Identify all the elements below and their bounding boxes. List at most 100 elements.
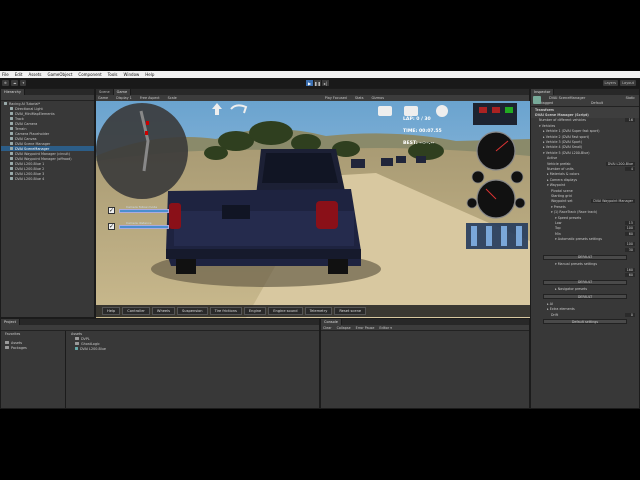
camera-follow-slider[interactable]: Camera follow mode	[119, 205, 169, 213]
scale-slider[interactable]: Scale	[168, 96, 177, 100]
project-contents: Assets DVPL GhostLogic DVAI L200-Blue	[67, 331, 319, 409]
camera-follow-toggle[interactable]: ✓ Camera follow mode	[108, 205, 169, 214]
inspector-field[interactable]: Vehicle prefab DVAI L200-Blue	[531, 161, 639, 166]
checkbox[interactable]: ✓	[108, 223, 115, 230]
inspector-field[interactable]: Drift 0	[531, 312, 639, 317]
field-value[interactable]: 30	[625, 247, 635, 252]
asset-item[interactable]: DVAI L200-Blue	[67, 346, 319, 351]
layer-dropdown[interactable]: Default	[591, 101, 603, 105]
layers-dropdown[interactable]: Layers	[602, 80, 619, 86]
engine-button[interactable]: Engine	[243, 307, 267, 315]
static-toggle[interactable]: Static	[626, 96, 635, 100]
default-button[interactable]: DEFAULT	[543, 294, 627, 300]
object-name[interactable]: DVAI SceneManager	[549, 96, 585, 100]
menu-help[interactable]: Help	[145, 72, 154, 77]
inspector-field[interactable]: ▸ AI	[531, 301, 639, 306]
telemetry-button[interactable]: Telemetry	[304, 307, 333, 315]
menu-assets[interactable]: Assets	[28, 72, 41, 77]
inspector-field[interactable]: ▸ Materials & colors	[531, 172, 639, 177]
field-value[interactable]: 15	[625, 220, 635, 225]
favorites-row[interactable]: Favorites	[1, 331, 65, 336]
inspector-field[interactable]: ▸ Vehicle 3 (DVAI Sport)	[531, 139, 639, 144]
tab-console[interactable]: Console	[321, 319, 342, 325]
field-value[interactable]: 60	[625, 231, 635, 236]
default-button[interactable]: DEFAULT	[543, 254, 627, 260]
tab-project[interactable]: Project	[1, 319, 20, 325]
field-value[interactable]: 0	[625, 312, 635, 317]
inspector-field[interactable]: 30	[531, 247, 639, 252]
field-value[interactable]: 16	[625, 118, 635, 123]
inspector-field[interactable]: 60	[531, 272, 639, 278]
menu-edit[interactable]: Edit	[15, 72, 23, 77]
inspector-field[interactable]: ▾ Waypoint	[531, 182, 639, 187]
tire-frictions-button[interactable]: Tire frictions	[209, 307, 242, 315]
suspension-button[interactable]: Suspension	[177, 307, 208, 315]
inspector-field[interactable]: ▸ Navigator presets	[531, 287, 639, 292]
pause-button[interactable]: ❚❚	[314, 80, 321, 86]
folder-packages[interactable]: Packages	[1, 345, 65, 350]
field-value[interactable]: 100	[624, 226, 635, 231]
camera-distance-toggle[interactable]: ✓ Camera distance	[108, 221, 169, 230]
reset-scene-button[interactable]: Reset scene	[334, 307, 367, 315]
best-time: BEST: --:--.--	[403, 141, 435, 146]
inspector-field[interactable]: ▸ Vehicle 1 (DVAI Super fast sport)	[531, 129, 639, 134]
aspect-dropdown[interactable]: Free Aspect	[140, 96, 160, 100]
component-header[interactable]: DVAI Scene Manager (Script)	[531, 112, 639, 118]
menu-gameobject[interactable]: GameObject	[47, 72, 72, 77]
component-header[interactable]: Transform	[531, 107, 639, 113]
breadcrumb-assets[interactable]: Assets	[71, 332, 82, 336]
menu-window[interactable]: Window	[124, 72, 140, 77]
account-button[interactable]: ⊕	[2, 80, 9, 86]
stats-button[interactable]: Stats	[355, 96, 364, 100]
menu-file[interactable]: File	[2, 72, 9, 77]
step-button[interactable]: ▸|	[322, 80, 329, 86]
project-panel: Project Favorites Assets Packages Assets…	[0, 318, 320, 409]
inspector-field[interactable]: Number of different vehicles 16	[531, 118, 639, 123]
editor-dropdown[interactable]: Editor ▾	[379, 326, 391, 330]
cloud-icon[interactable]: ☁	[10, 80, 19, 86]
collab-dropdown[interactable]: ▾	[20, 80, 27, 86]
inspector-field[interactable]: ▾ Vehicle 5 (DVAI L200-Blue)	[531, 150, 639, 155]
camera-distance-slider[interactable]: Camera distance	[119, 221, 169, 229]
wheels-button[interactable]: Wheels	[151, 307, 176, 315]
inspector-field[interactable]: Number of units 4	[531, 166, 639, 171]
field-value[interactable]: 4	[625, 166, 635, 171]
tab-hierarchy[interactable]: Hierarchy	[1, 89, 25, 95]
layout-dropdown[interactable]: Layout	[620, 80, 636, 86]
tab-game[interactable]: Game	[113, 89, 132, 95]
inspector-field[interactable]: ▾ Vehicles	[531, 123, 639, 128]
tab-scene[interactable]: Scene	[96, 89, 114, 95]
inspector-field[interactable]: Active	[531, 156, 639, 161]
error-pause-button[interactable]: Error Pause	[356, 326, 375, 330]
help-button[interactable]: Help	[102, 307, 121, 315]
inspector-field[interactable]: ▸ Vehicle 4 (DVAI Small)	[531, 145, 639, 150]
field-value[interactable]: DVAI L200-Blue	[605, 161, 635, 166]
gizmos-button[interactable]: Gizmos	[372, 96, 385, 100]
collapse-button[interactable]: Collapse	[337, 326, 351, 330]
engine-icon[interactable]	[436, 105, 448, 117]
inspector-field[interactable]: ▸ Camera displays	[531, 177, 639, 182]
field-value[interactable]: DVAI Waypoint Manager	[591, 199, 635, 204]
default-button[interactable]: DEFAULT	[543, 279, 627, 285]
game-mode-dropdown[interactable]: Game	[98, 96, 108, 100]
camera-2-icon[interactable]	[404, 106, 418, 116]
controller-button[interactable]: Controller	[122, 307, 150, 315]
play-focused-dropdown[interactable]: Play Focused	[325, 96, 347, 100]
hierarchy-item[interactable]: DVAI L200-Blue 4	[1, 176, 94, 181]
inspector-field[interactable]: ▸ Vehicle 2 (DVAI Fast sport)	[531, 134, 639, 139]
engine-sound-button[interactable]: Engine sound	[268, 307, 303, 315]
field-value[interactable]: 60	[625, 273, 635, 278]
game-viewport[interactable]: LAP: 0 / 30 TIME: 00:07.55 BEST: --:--.-…	[96, 101, 530, 318]
field-value[interactable]: 160	[624, 267, 635, 272]
display-dropdown[interactable]: Display 1	[116, 96, 132, 100]
default-button[interactable]: Default settings	[543, 319, 627, 325]
camera-1-icon[interactable]	[378, 106, 392, 116]
checkbox[interactable]: ✓	[108, 207, 115, 214]
gameobject-icon	[533, 96, 541, 104]
menu-component[interactable]: Component	[78, 72, 101, 77]
inspector-field[interactable]: ▸ Extra elements	[531, 307, 639, 312]
field-value[interactable]: 100	[624, 242, 635, 247]
play-button[interactable]: ▶	[306, 80, 313, 86]
clear-button[interactable]: Clear	[323, 326, 332, 330]
menu-tools[interactable]: Tools	[108, 72, 118, 77]
